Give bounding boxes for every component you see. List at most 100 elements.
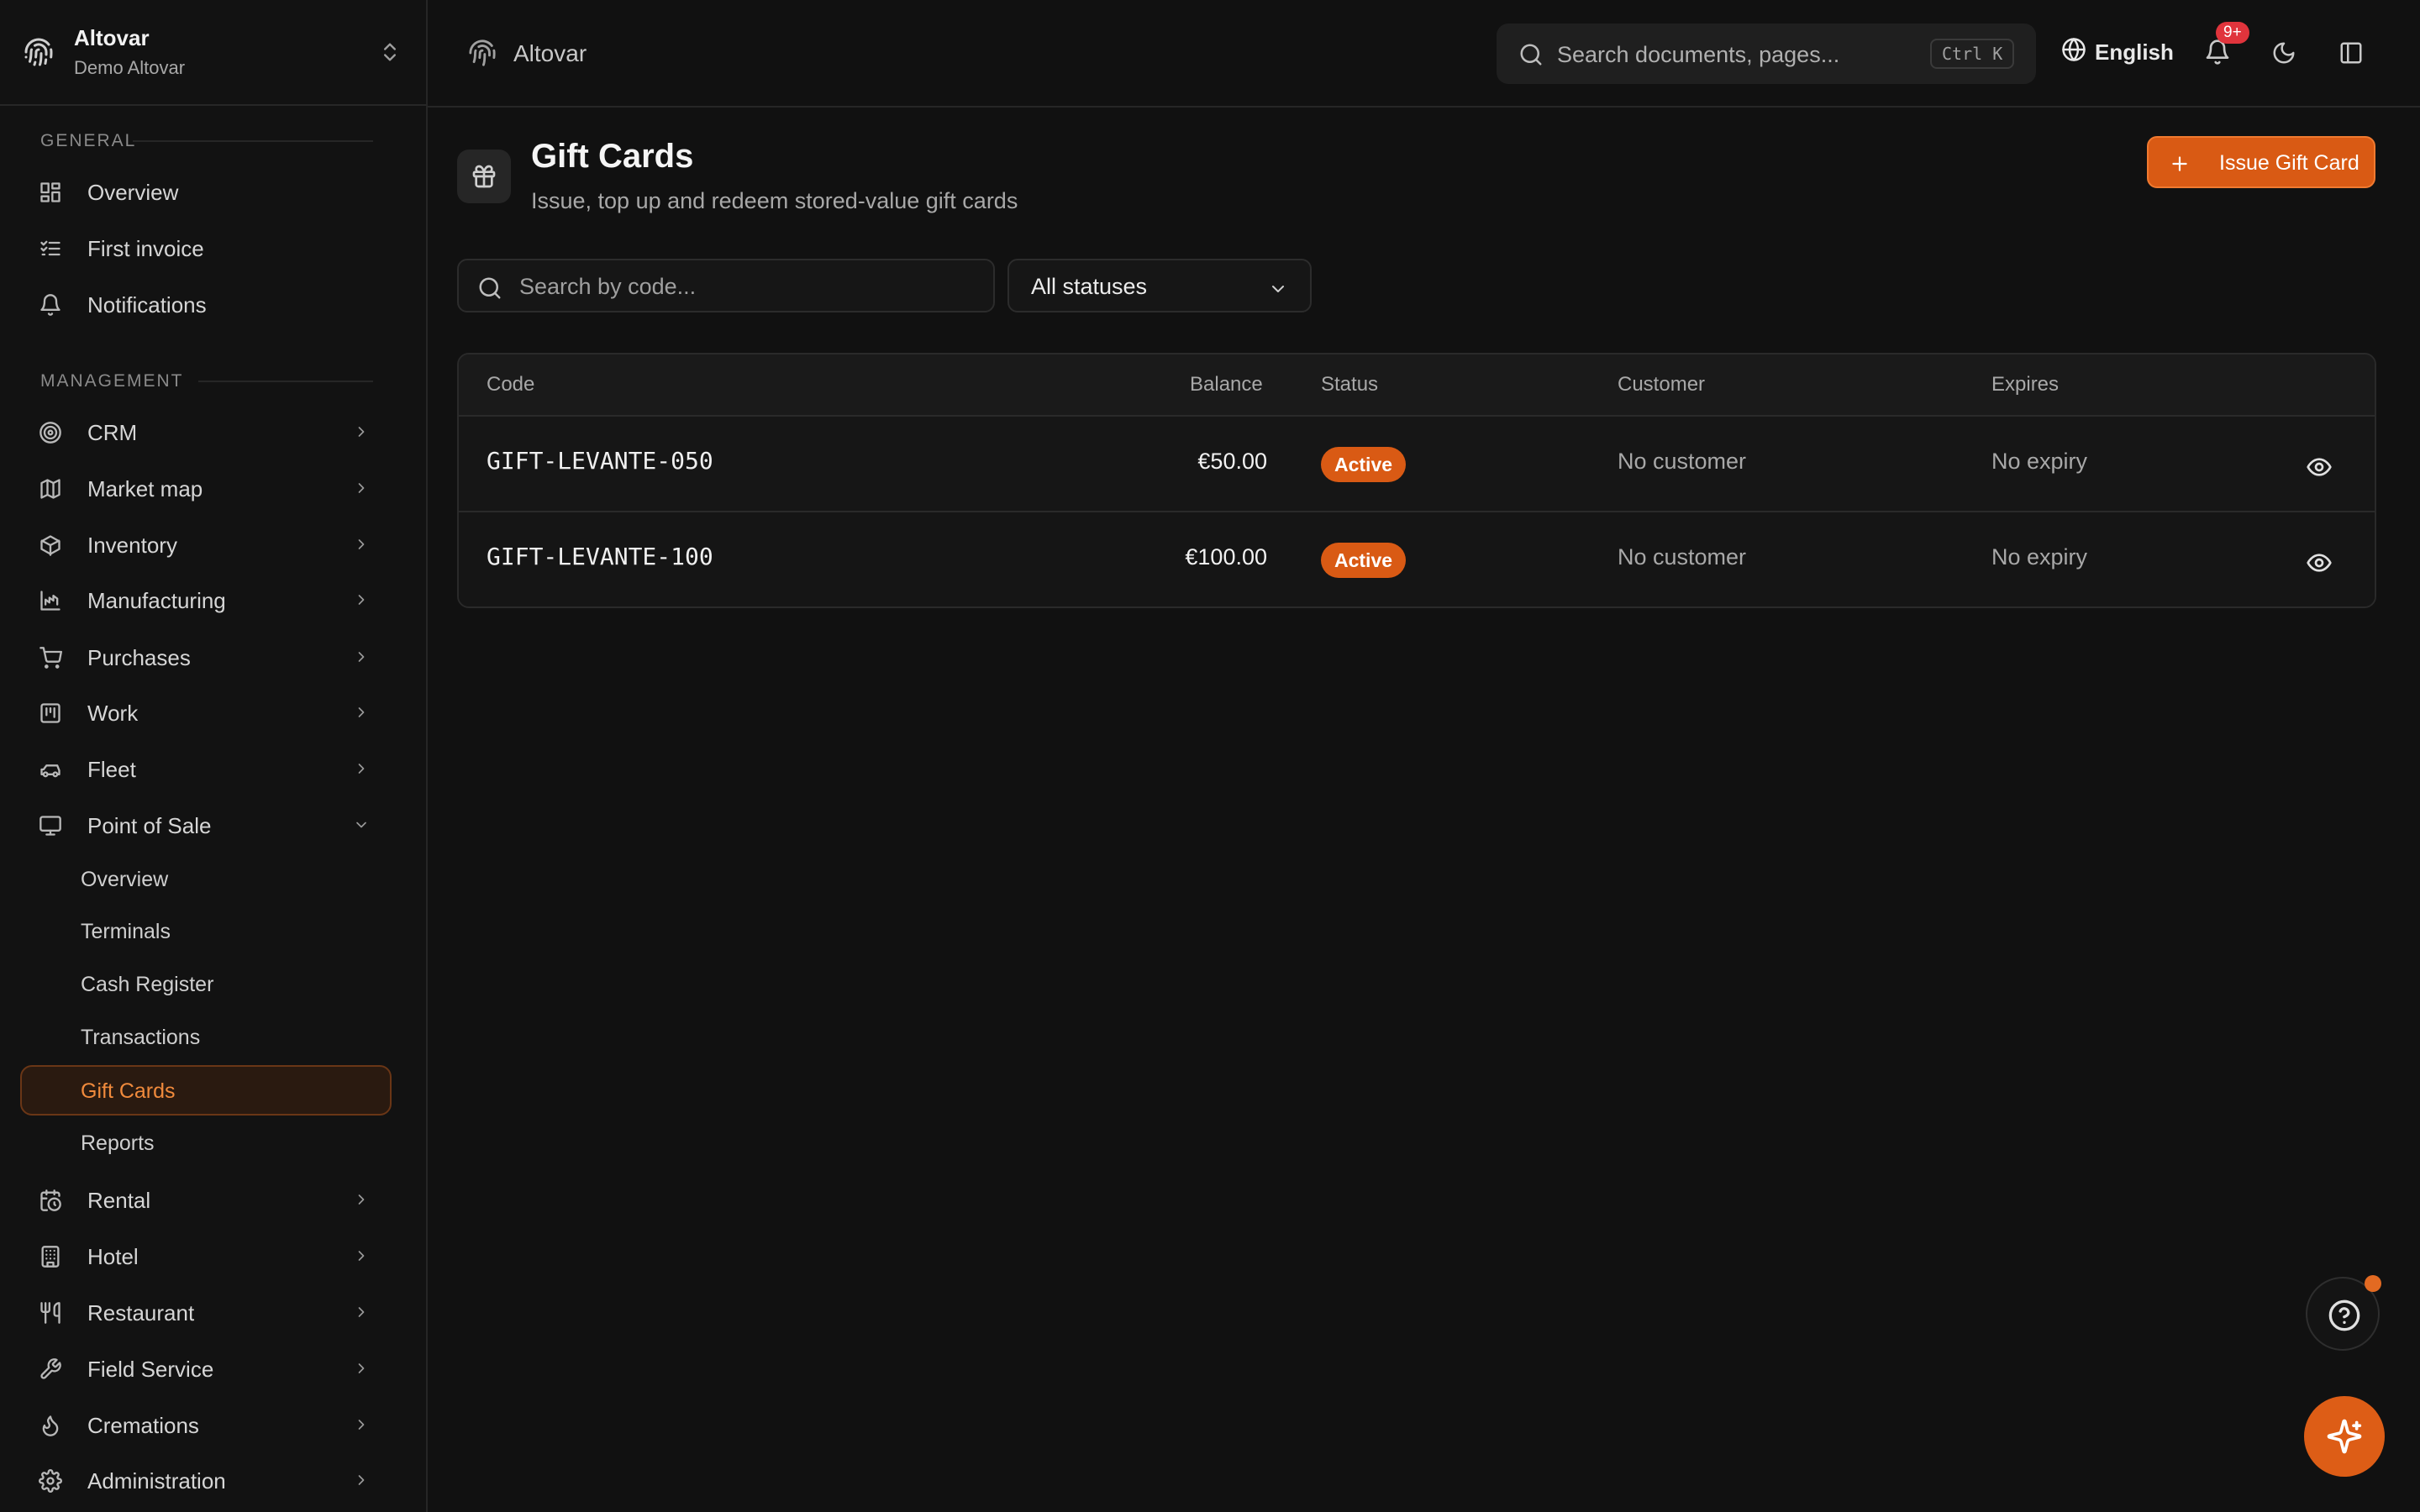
- sidebar-item-label: Rental: [87, 1188, 151, 1213]
- table-row[interactable]: GIFT-LEVANTE-100 €100.00 Active No custo…: [459, 512, 2375, 606]
- factory-icon: [39, 589, 62, 612]
- sidebar-item-market-map[interactable]: Market map: [20, 465, 390, 512]
- code-search-input[interactable]: Search by code...: [457, 259, 995, 312]
- gift-card-expires: No expiry: [1991, 449, 2088, 474]
- sidebar-item-label: Overview: [87, 180, 179, 205]
- sidebar-item-point-of-sale[interactable]: Point of Sale: [20, 801, 390, 848]
- flame-icon: [39, 1414, 62, 1437]
- sidebar-subitem-gift-cards[interactable]: Gift Cards: [20, 1065, 392, 1116]
- sidebar-item-label: Field Service: [87, 1357, 214, 1382]
- dashboard-icon: [39, 181, 62, 204]
- box-icon: [39, 533, 62, 557]
- chevron-down-icon: [1268, 279, 1288, 299]
- sidebar-item-fleet[interactable]: Fleet: [20, 745, 390, 792]
- topbar: Altovar Search documents, pages... Ctrl …: [428, 0, 2420, 108]
- sidebar-item-field-service[interactable]: Field Service: [20, 1345, 390, 1392]
- section-general-label: GENERAL: [40, 131, 137, 150]
- sidebar-item-label: Administration: [87, 1468, 226, 1494]
- shortcut-hint: Ctrl K: [1930, 39, 2015, 69]
- eye-icon[interactable]: [2306, 549, 2333, 576]
- page-title: Gift Cards: [531, 138, 694, 175]
- sidebar-subitem-transactions[interactable]: Transactions: [20, 1011, 392, 1062]
- sidebar-subitem-label: Cash Register: [81, 973, 214, 996]
- sidebar-item-rental[interactable]: Rental: [20, 1176, 390, 1223]
- sidebar-subitem-reports[interactable]: Reports: [20, 1117, 392, 1168]
- sidebar-item-restaurant[interactable]: Restaurant: [20, 1289, 390, 1336]
- sidebar-item-label: Point of Sale: [87, 813, 212, 838]
- checklist-icon: [39, 237, 62, 260]
- code-search-placeholder: Search by code...: [519, 274, 697, 299]
- sidebar-subitem-terminals[interactable]: Terminals: [20, 906, 392, 956]
- gift-card-balance: €50.00: [1197, 449, 1267, 474]
- sidebar-item-notifications[interactable]: Notifications: [20, 281, 390, 328]
- sidebar-item-work[interactable]: Work: [20, 689, 390, 736]
- sidebar-subitem-label: Terminals: [81, 920, 171, 943]
- chevron-right-icon: [353, 480, 370, 496]
- chevron-right-icon: [353, 1360, 370, 1377]
- table-row[interactable]: GIFT-LEVANTE-050 €50.00 Active No custom…: [459, 417, 2375, 512]
- section-divider: [198, 381, 373, 382]
- chevron-right-icon: [353, 536, 370, 553]
- sidebar-item-label: Hotel: [87, 1244, 139, 1269]
- bell-icon: [39, 293, 62, 317]
- sidebar-item-first-invoice[interactable]: First invoice: [20, 224, 390, 271]
- gift-card-customer: No customer: [1618, 544, 1747, 570]
- org-switcher[interactable]: Altovar Demo Altovar: [0, 0, 426, 106]
- gift-card-code: GIFT-LEVANTE-050: [487, 447, 713, 475]
- eye-icon[interactable]: [2306, 454, 2333, 480]
- building-icon: [39, 1245, 62, 1268]
- sidebar-item-hotel[interactable]: Hotel: [20, 1232, 390, 1279]
- column-header-status: Status: [1321, 373, 1379, 396]
- section-divider: [133, 140, 373, 142]
- sidebar-item-purchases[interactable]: Purchases: [20, 633, 390, 680]
- sidebar-subitem-cash-register[interactable]: Cash Register: [20, 958, 392, 1009]
- language-switcher[interactable]: English: [2061, 37, 2174, 65]
- gift-icon: [472, 165, 496, 188]
- gift-card-expires: No expiry: [1991, 544, 2088, 570]
- sidebar-item-manufacturing[interactable]: Manufacturing: [20, 576, 390, 623]
- chevron-right-icon: [353, 1304, 370, 1320]
- status-filter-select[interactable]: All statuses: [1007, 259, 1312, 312]
- target-icon: [39, 421, 62, 444]
- panel-toggle-icon[interactable]: [2338, 40, 2364, 66]
- sidebar-item-label: First invoice: [87, 236, 204, 261]
- sidebar-subitem-pos-overview[interactable]: Overview: [20, 853, 392, 904]
- column-header-customer: Customer: [1618, 373, 1706, 396]
- status-filter-value: All statuses: [1031, 274, 1148, 299]
- ai-assistant-button[interactable]: [2304, 1396, 2385, 1477]
- sidebar-item-crm[interactable]: CRM: [20, 408, 390, 455]
- sidebar-item-administration[interactable]: Administration: [20, 1457, 390, 1504]
- chevron-right-icon: [353, 423, 370, 440]
- car-icon: [39, 758, 62, 781]
- search-icon: [477, 276, 502, 301]
- column-header-code: Code: [487, 373, 535, 396]
- sidebar-item-inventory[interactable]: Inventory: [20, 521, 390, 568]
- sidebar-subitem-label: Overview: [81, 868, 169, 891]
- breadcrumb[interactable]: Altovar: [513, 40, 587, 67]
- sidebar-item-cremations[interactable]: Cremations: [20, 1401, 390, 1448]
- calendar-clock-icon: [39, 1189, 62, 1212]
- wrench-icon: [39, 1357, 62, 1381]
- fingerprint-icon: [24, 37, 54, 67]
- gift-cards-table: Code Balance Status Customer Expires GIF…: [457, 353, 2376, 608]
- chevron-right-icon: [353, 704, 370, 721]
- chevron-right-icon: [353, 760, 370, 777]
- sidebar-item-overview[interactable]: Overview: [20, 168, 390, 215]
- globe-icon: [2061, 37, 2086, 62]
- moon-icon[interactable]: [2271, 40, 2296, 66]
- org-name: Altovar: [74, 25, 150, 50]
- sidebar-subitem-label: Gift Cards: [81, 1079, 176, 1103]
- gift-card-code: GIFT-LEVANTE-100: [487, 543, 713, 570]
- chevron-right-icon: [353, 591, 370, 608]
- sidebar-item-label: Notifications: [87, 292, 207, 318]
- sidebar-item-label: CRM: [87, 420, 138, 445]
- table-header: Code Balance Status Customer Expires: [459, 354, 2375, 417]
- column-header-balance: Balance: [1190, 373, 1263, 396]
- page-icon: [457, 150, 511, 203]
- kanban-icon: [39, 701, 62, 725]
- global-search[interactable]: Search documents, pages... Ctrl K: [1497, 24, 2036, 84]
- gift-card-customer: No customer: [1618, 449, 1747, 474]
- plus-icon: [2169, 153, 2191, 175]
- map-icon: [39, 477, 62, 501]
- issue-gift-card-button[interactable]: Issue Gift Card: [2147, 136, 2375, 188]
